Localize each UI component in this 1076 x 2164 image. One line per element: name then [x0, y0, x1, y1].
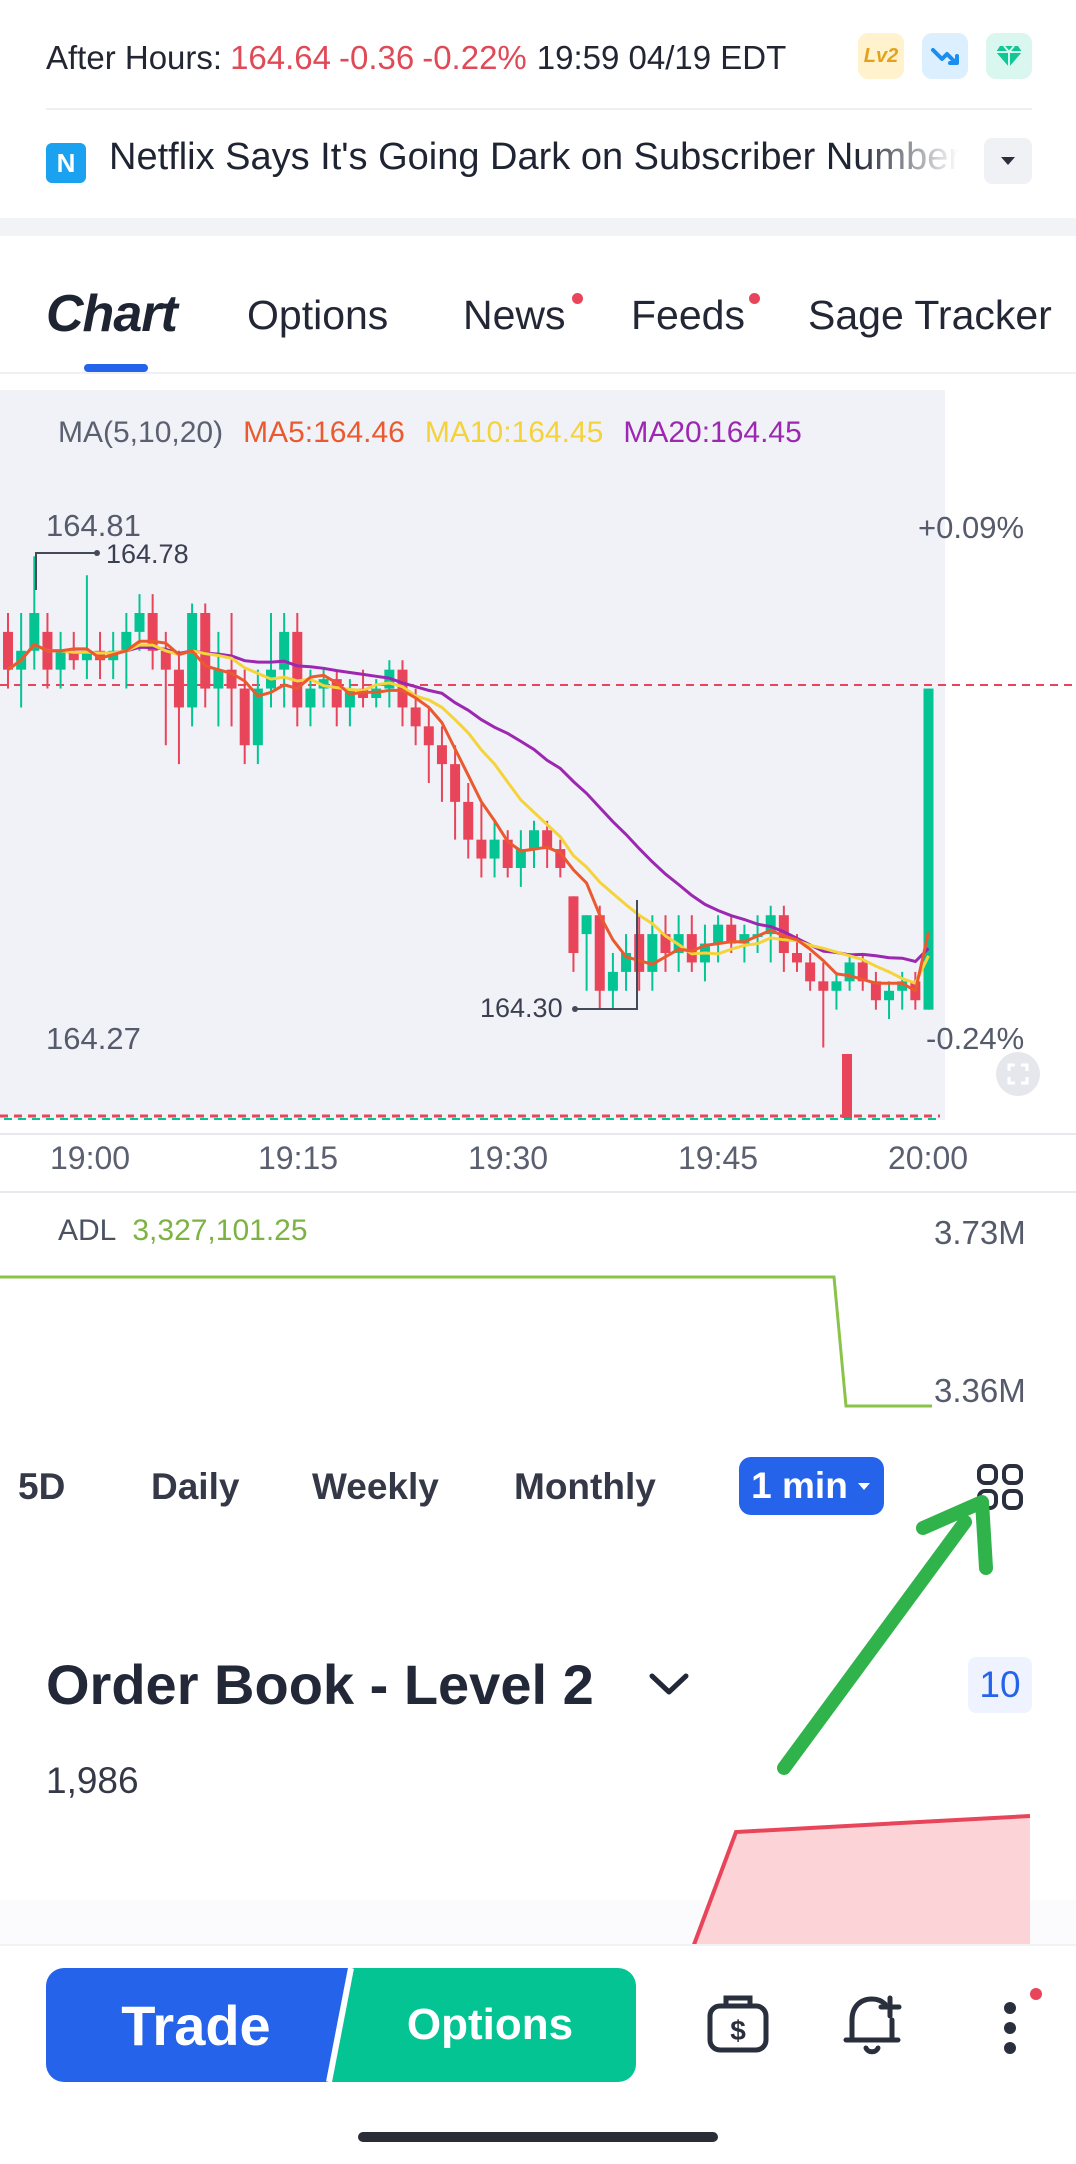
adl-divider [0, 1191, 1076, 1193]
candle-body [529, 830, 539, 850]
x-tick: 19:00 [50, 1140, 131, 1176]
ma-label: MA(5,10,20) [58, 416, 224, 449]
max-leader-dot [94, 550, 100, 556]
candle-body [831, 981, 842, 991]
more-options-icon[interactable] [994, 1986, 1044, 2066]
x-tick: 20:00 [888, 1140, 969, 1176]
ma5-value: MA5:164.46 [243, 416, 405, 449]
adl-label: ADL [58, 1214, 117, 1247]
candle-body [55, 650, 66, 670]
candle-body [160, 650, 171, 670]
price-low-label: 164.27 [46, 1021, 141, 1056]
candle-body [581, 915, 592, 935]
period-weekly[interactable]: Weekly [312, 1466, 439, 1508]
x-tick: 19:30 [468, 1140, 549, 1176]
candle-body [423, 726, 434, 746]
options-trade-button[interactable]: Options [350, 1968, 630, 2082]
candle-body [134, 613, 145, 632]
candle-body [884, 990, 895, 1001]
period-daily[interactable]: Daily [151, 1466, 239, 1508]
candle-body [173, 669, 184, 708]
adl-line-chart [0, 1275, 932, 1408]
trade-button[interactable]: Trade [46, 1968, 346, 2082]
candle-body [607, 971, 618, 991]
candle-body [410, 707, 421, 727]
svg-text:$: $ [730, 2015, 746, 2046]
green-arrow-annotation [777, 1495, 993, 1775]
candle-body [594, 915, 605, 991]
adl-line [0, 1275, 932, 1408]
adl-axis-top: 3.73M [934, 1214, 1026, 1251]
candle-body [489, 839, 500, 859]
candle-body [450, 764, 461, 802]
order-book-title[interactable]: Order Book - Level 2 [46, 1652, 594, 1717]
candle-body [436, 745, 447, 765]
pct-top-label: +0.09% [918, 510, 1025, 545]
candle-body [476, 839, 487, 859]
x-tick: 19:15 [258, 1140, 339, 1176]
volume-bar [842, 1054, 852, 1118]
candle-body [200, 613, 211, 689]
period-5d[interactable]: 5D [18, 1466, 65, 1508]
adl-legend: ADL 3,327,101.25 [58, 1214, 308, 1248]
pct-bottom-label: -0.24% [926, 1021, 1025, 1056]
candle-body [844, 962, 855, 982]
candle-body [647, 934, 658, 972]
candle-body [305, 688, 316, 708]
candle-body [463, 801, 474, 840]
period-monthly[interactable]: Monthly [514, 1466, 656, 1508]
wallet-dollar-icon[interactable]: $ [706, 1992, 770, 2056]
order-book-depth-count[interactable]: 10 [968, 1657, 1032, 1713]
adl-axis-bottom: 3.36M [934, 1372, 1026, 1409]
adl-value: 3,327,101.25 [132, 1214, 308, 1247]
candle-body [713, 924, 724, 944]
candle-body [792, 953, 802, 963]
ma-legend: MA(5,10,20) MA5:164.46 MA10:164.45 MA20:… [58, 416, 802, 452]
candle-body [187, 613, 198, 708]
candle-body [292, 631, 303, 708]
candle-body [213, 669, 224, 689]
price-alert-bell-icon[interactable] [840, 1990, 906, 2058]
ask-depth-area [692, 1816, 1030, 1950]
max-price-marker: 164.78 [106, 539, 189, 569]
min-leader-dot [572, 1006, 578, 1012]
x-tick: 19:45 [678, 1140, 759, 1176]
candle-body [3, 631, 13, 670]
order-book-size: 1,986 [46, 1760, 139, 1801]
candle-body [818, 981, 829, 991]
candle-body [239, 688, 250, 746]
chevron-down-icon[interactable] [646, 1668, 692, 1702]
depth-chart [0, 1814, 1076, 1950]
min-price-marker: 164.30 [480, 993, 563, 1023]
candle-body [634, 934, 645, 972]
candle-body [805, 962, 816, 982]
expand-chart-icon[interactable] [996, 1052, 1040, 1096]
ma20-value: MA20:164.45 [623, 416, 802, 449]
x-axis-line [0, 1133, 1076, 1135]
candle-body [568, 896, 579, 953]
ma10-value: MA10:164.45 [424, 416, 604, 449]
home-indicator [358, 2132, 718, 2142]
